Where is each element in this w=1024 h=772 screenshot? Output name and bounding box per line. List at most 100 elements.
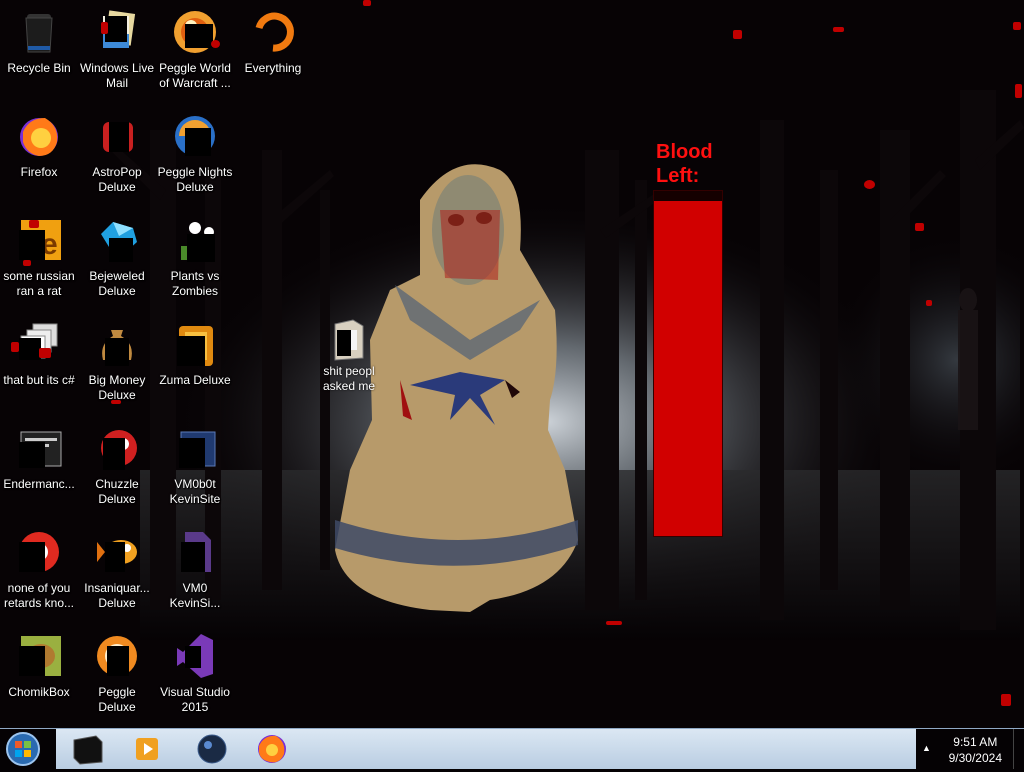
redaction-box <box>19 230 45 260</box>
firefox-icon <box>258 735 286 763</box>
plant-icon <box>171 216 219 264</box>
icon-label: Peggle World of Warcraft ... <box>159 61 231 90</box>
icon-label: Peggle Deluxe <box>98 685 136 714</box>
icon-label: Insaniquar... Deluxe <box>84 581 150 610</box>
clock[interactable]: 9:51 AM 9/30/2024 <box>949 734 1002 766</box>
icon-label: Everything <box>244 61 302 75</box>
icon-label: Firefox <box>20 165 58 179</box>
show-desktop-button[interactable] <box>1013 729 1024 769</box>
taskbar-app-1[interactable] <box>66 732 110 766</box>
icon-label: Windows Live Mail <box>79 61 155 90</box>
desktop-icon-zuma-deluxe[interactable]: Zuma Deluxe <box>156 316 234 416</box>
taskbar-app-3[interactable] <box>190 732 234 766</box>
blood-drop <box>1001 694 1011 706</box>
blood-drop <box>363 0 371 6</box>
redaction-box <box>179 438 205 468</box>
peggle-icon <box>171 8 220 56</box>
blood-drop <box>211 40 220 48</box>
blood-drop <box>11 342 19 352</box>
windows-stack-icon <box>11 320 63 368</box>
icon-label: that but its c# <box>3 373 75 387</box>
peggle-icon <box>93 632 141 680</box>
desktop-icon-windows-live-mail[interactable]: Windows Live Mail <box>78 4 156 104</box>
icon-label: ChomikBox <box>8 685 70 699</box>
blood-meter <box>653 190 723 537</box>
icon-label: VM0 KevinSi... <box>169 581 221 610</box>
desktop-icon-plants-vs-zombies[interactable]: Plants vs Zombies <box>156 212 234 312</box>
chrome-icon <box>15 528 63 576</box>
redaction-box <box>185 646 201 668</box>
black-cube-icon <box>73 735 103 765</box>
redaction-box <box>337 330 351 356</box>
desktop-icon-endermanch[interactable]: Endermanc... <box>0 420 78 520</box>
redaction-box <box>177 336 205 366</box>
blood-drop <box>1015 84 1022 98</box>
clock-time: 9:51 AM <box>953 735 998 749</box>
icon-label: AstroPop Deluxe <box>92 165 142 194</box>
icon-label: Big Money Deluxe <box>88 373 146 402</box>
redaction-box <box>185 24 213 48</box>
desktop-icon-vm0-kevinsite[interactable]: VM0 KevinSi... <box>156 524 234 624</box>
media-player-icon <box>136 738 158 760</box>
icon-label: Zuma Deluxe <box>159 373 231 387</box>
blood-meter-fill <box>654 201 722 536</box>
desktop-icon-chomikbox[interactable]: ChomikBox <box>0 628 78 728</box>
desktop-icon-firefox[interactable]: Firefox <box>0 108 78 208</box>
desktop-icon-visual-studio-2015[interactable]: Visual Studio 2015 <box>156 628 234 728</box>
desktop-icon-peggle-deluxe[interactable]: Peggle Deluxe <box>78 628 156 728</box>
taskbar-firefox[interactable] <box>250 732 294 766</box>
shortcut-icon <box>171 424 219 472</box>
desktop-icon-insaniquarium-deluxe[interactable]: Insaniquar... Deluxe <box>78 524 156 624</box>
desktop-icon-astropop-deluxe[interactable]: AstroPop Deluxe <box>78 108 156 208</box>
blood-drop <box>1013 22 1021 30</box>
visual-studio-icon <box>171 632 219 680</box>
desktop-icon-vm0b0t-kevinsite[interactable]: VM0b0t KevinSite <box>156 420 234 520</box>
icon-label: Chuzzle Deluxe <box>95 477 139 506</box>
icon-label: Visual Studio 2015 <box>160 685 230 714</box>
redaction-box <box>105 542 125 572</box>
search-icon <box>249 8 297 56</box>
clock-date: 9/30/2024 <box>948 751 1002 765</box>
money-bag-icon <box>93 320 141 404</box>
desktop-icon-everything[interactable]: Everything <box>234 4 312 104</box>
hamster-icon <box>15 632 63 680</box>
desktop-icon-bejeweled-deluxe[interactable]: Bejeweled Deluxe <box>78 212 156 312</box>
redaction-box <box>19 646 45 676</box>
redaction-box <box>187 234 215 262</box>
desktop-icon-peggle-world-of-warcraft[interactable]: Peggle World of Warcraft ... <box>156 4 234 104</box>
blood-drop <box>111 400 121 404</box>
system-tray: ▲ 9:51 AM 9/30/2024 <box>916 729 1024 769</box>
redaction-box <box>19 338 41 360</box>
desktop-icon-none-of-you-retards-know[interactable]: none of you retards kno... <box>0 524 78 624</box>
blood-drop <box>101 22 108 34</box>
folder-label: shit peopl asked me <box>322 364 376 393</box>
folder-icon <box>329 318 369 362</box>
ie-icon: e <box>15 216 63 266</box>
redaction-box <box>105 338 129 366</box>
desktop-icon-peggle-nights-deluxe[interactable]: Peggle Nights Deluxe <box>156 108 234 208</box>
desktop-icon-that-but-its-csharp[interactable]: that but its c# <box>0 316 78 416</box>
icon-label: Bejeweled Deluxe <box>89 269 145 298</box>
blood-drop <box>29 220 39 228</box>
icon-label: VM0b0t KevinSite <box>169 477 221 506</box>
redaction-box <box>185 128 211 156</box>
taskbar-media-player[interactable] <box>126 732 170 766</box>
start-button[interactable] <box>4 731 42 767</box>
blood-drop <box>733 30 742 39</box>
redaction-box <box>105 16 127 42</box>
icon-label: Peggle Nights Deluxe <box>157 165 233 194</box>
fish-icon <box>93 528 141 576</box>
desktop-folder-shit-people-asked-me[interactable]: shit peopl asked me <box>318 318 380 394</box>
file-icon <box>171 528 219 576</box>
redaction-box <box>181 542 205 572</box>
tray-overflow-arrow[interactable]: ▲ <box>922 743 931 753</box>
desktop-icon-big-money-deluxe[interactable]: Big Money Deluxe <box>78 316 156 416</box>
redaction-box <box>19 542 45 572</box>
desktop-icon-chuzzle-deluxe[interactable]: Chuzzle Deluxe <box>78 420 156 520</box>
blood-drop <box>833 27 844 32</box>
icon-label: Recycle Bin <box>7 61 71 75</box>
blood-drop <box>23 260 31 266</box>
desktop-icon-recycle-bin[interactable]: Recycle Bin <box>0 4 78 104</box>
desktop-icon-some-russian-ran-a-rat[interactable]: e some russian ran a rat <box>0 212 78 312</box>
redaction-box <box>107 646 129 676</box>
